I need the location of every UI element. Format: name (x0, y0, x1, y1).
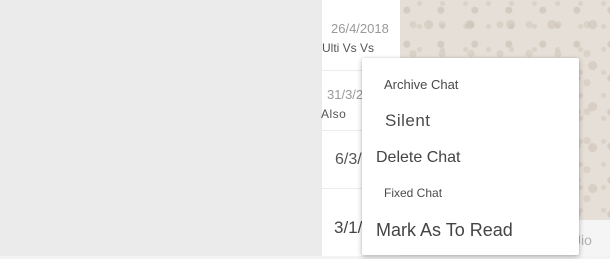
menu-item-label: Mark As To Read (376, 220, 513, 240)
chat-preview: Ulti Vs Vs (322, 41, 375, 55)
chat-context-menu: Archive Chat Silent Delete Chat Fixed Ch… (362, 58, 579, 255)
menu-item-silent[interactable]: Silent (362, 106, 579, 140)
menu-item-archive-chat[interactable]: Archive Chat (362, 70, 579, 100)
menu-item-delete-chat[interactable]: Delete Chat (362, 144, 579, 176)
menu-item-fixed-chat[interactable]: Fixed Chat (362, 182, 579, 208)
chat-preview: Also (321, 107, 347, 121)
menu-item-label: Silent (385, 111, 431, 130)
menu-item-label: Fixed Chat (384, 186, 443, 200)
menu-item-label: Delete Chat (376, 149, 461, 166)
chat-date: 31/3/2 (327, 87, 364, 102)
menu-item-mark-as-read[interactable]: Mark As To Read (362, 214, 579, 248)
chat-date: 26/4/2018 (331, 21, 389, 36)
menu-item-label: Archive Chat (384, 77, 459, 92)
chat-preview-placeholder (0, 0, 322, 256)
